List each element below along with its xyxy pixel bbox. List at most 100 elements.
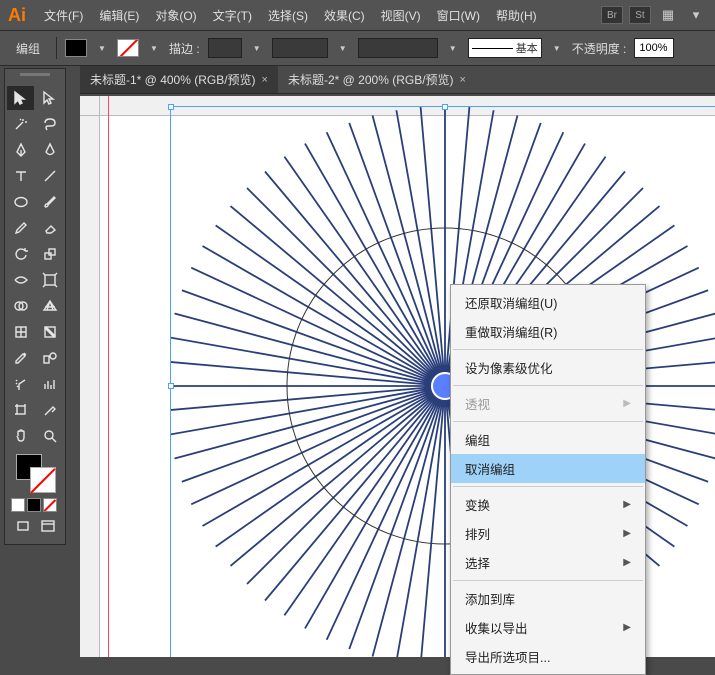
stroke-profile-field[interactable]	[272, 38, 328, 58]
selection-tool[interactable]	[7, 86, 34, 110]
cm-transform[interactable]: 变换▶	[451, 490, 645, 519]
fill-caret-icon[interactable]: ▼	[95, 44, 109, 53]
cm-redo[interactable]: 重做取消编组(R)	[451, 317, 645, 346]
brush-definition-field[interactable]	[358, 38, 438, 58]
close-icon[interactable]: ×	[262, 74, 268, 86]
brush-caret-icon[interactable]: ▼	[446, 44, 460, 53]
cm-select[interactable]: 选择▶	[451, 548, 645, 577]
options-bar: 编组 ▼ ▼ 描边 : ▼ ▼ ▼ 基本 ▼ 不透明度 :	[0, 30, 715, 66]
cm-ungroup[interactable]: 取消编组	[451, 454, 645, 483]
doc-tab-1[interactable]: 未标题-1* @ 400% (RGB/预览) ×	[80, 66, 278, 93]
app-logo: Ai	[8, 5, 26, 26]
separator	[453, 385, 643, 386]
slice-tool[interactable]	[36, 398, 63, 422]
close-icon[interactable]: ×	[460, 74, 466, 86]
selection-mode-label: 编组	[8, 38, 48, 59]
line-tool[interactable]	[36, 164, 63, 188]
workspace-caret-icon[interactable]: ▾	[685, 6, 707, 24]
curvature-tool[interactable]	[36, 138, 63, 162]
context-menu: 还原取消编组(U) 重做取消编组(R) 设为像素级优化 透视▶ 编组 取消编组 …	[450, 284, 646, 675]
stroke-label: 描边 :	[169, 40, 200, 57]
separator	[453, 349, 643, 350]
panel-grip[interactable]	[7, 73, 63, 83]
separator	[453, 486, 643, 487]
fill-stroke-swatches[interactable]	[13, 454, 63, 496]
separator	[453, 580, 643, 581]
submenu-arrow-icon: ▶	[623, 398, 631, 409]
column-graph-tool[interactable]	[36, 372, 63, 396]
color-mode-icon[interactable]	[11, 498, 25, 512]
selection-handle[interactable]	[442, 104, 448, 110]
selection-handle[interactable]	[168, 104, 174, 110]
eraser-tool[interactable]	[36, 216, 63, 240]
hand-tool[interactable]	[7, 424, 34, 448]
stroke-profile-caret-icon[interactable]: ▼	[336, 44, 350, 53]
free-transform-tool[interactable]	[36, 268, 63, 292]
stroke-weight-caret-icon[interactable]: ▼	[250, 44, 264, 53]
rotate-tool[interactable]	[7, 242, 34, 266]
opacity-field[interactable]	[634, 38, 674, 58]
ruler-vertical[interactable]	[80, 116, 100, 657]
gradient-mode-icon[interactable]	[27, 498, 41, 512]
submenu-arrow-icon: ▶	[623, 499, 631, 510]
menu-edit[interactable]: 编辑(E)	[93, 3, 145, 28]
menu-file[interactable]: 文件(F)	[38, 3, 89, 28]
stroke-color-well[interactable]	[117, 39, 139, 57]
mesh-tool[interactable]	[7, 320, 34, 344]
stroke-swatch[interactable]	[30, 467, 56, 493]
type-tool[interactable]	[7, 164, 34, 188]
cm-undo[interactable]: 还原取消编组(U)	[451, 288, 645, 317]
cm-arrange[interactable]: 排列▶	[451, 519, 645, 548]
pencil-tool[interactable]	[7, 216, 34, 240]
menu-help[interactable]: 帮助(H)	[490, 3, 543, 28]
arrange-docs-icon[interactable]: ▦	[657, 6, 679, 24]
menu-effect[interactable]: 效果(C)	[318, 3, 371, 28]
bridge-badge[interactable]: Br	[601, 6, 623, 24]
doc-tab-title: 未标题-2* @ 200% (RGB/预览)	[288, 71, 454, 88]
brush-tool[interactable]	[36, 190, 63, 214]
doc-tab-2[interactable]: 未标题-2* @ 200% (RGB/预览) ×	[278, 66, 476, 93]
cm-pixel-optimize[interactable]: 设为像素级优化	[451, 353, 645, 382]
selection-handle[interactable]	[168, 383, 174, 389]
basic-label: 基本	[516, 40, 538, 56]
graphic-style-field[interactable]: 基本	[468, 38, 542, 58]
cm-collect-export[interactable]: 收集以导出▶	[451, 613, 645, 642]
menu-object[interactable]: 对象(O)	[149, 3, 202, 28]
ellipse-tool[interactable]	[7, 190, 34, 214]
perspective-grid-tool[interactable]	[36, 294, 63, 318]
blend-tool[interactable]	[36, 346, 63, 370]
none-mode-icon[interactable]	[43, 498, 57, 512]
symbol-sprayer-tool[interactable]	[7, 372, 34, 396]
eyedropper-tool[interactable]	[7, 346, 34, 370]
opacity-label: 不透明度 :	[572, 40, 627, 57]
stroke-weight-field[interactable]	[208, 38, 242, 58]
width-tool[interactable]	[7, 268, 34, 292]
menu-select[interactable]: 选择(S)	[262, 3, 314, 28]
menu-window[interactable]: 窗口(W)	[431, 3, 486, 28]
pen-tool[interactable]	[7, 138, 34, 162]
stroke-caret-icon[interactable]: ▼	[147, 44, 161, 53]
guide-line[interactable]	[108, 96, 109, 657]
direct-selection-tool[interactable]	[36, 86, 63, 110]
gradient-tool[interactable]	[36, 320, 63, 344]
artboard-tool[interactable]	[7, 398, 34, 422]
zoom-tool[interactable]	[36, 424, 63, 448]
change-screen-mode[interactable]	[36, 515, 59, 537]
magic-wand-tool[interactable]	[7, 112, 34, 136]
ruler-origin[interactable]	[80, 96, 100, 116]
cm-group[interactable]: 编组	[451, 425, 645, 454]
menu-text[interactable]: 文字(T)	[207, 3, 258, 28]
cm-perspective: 透视▶	[451, 389, 645, 418]
lasso-tool[interactable]	[36, 112, 63, 136]
fill-color-well[interactable]	[65, 39, 87, 57]
cm-add-to-library[interactable]: 添加到库	[451, 584, 645, 613]
menu-view[interactable]: 视图(V)	[375, 3, 427, 28]
separator	[453, 421, 643, 422]
submenu-arrow-icon: ▶	[623, 528, 631, 539]
scale-tool[interactable]	[36, 242, 63, 266]
screen-mode-normal[interactable]	[11, 515, 34, 537]
shape-builder-tool[interactable]	[7, 294, 34, 318]
stock-badge[interactable]: St	[629, 6, 651, 24]
style-caret-icon[interactable]: ▼	[550, 44, 564, 53]
tools-panel	[4, 68, 66, 545]
